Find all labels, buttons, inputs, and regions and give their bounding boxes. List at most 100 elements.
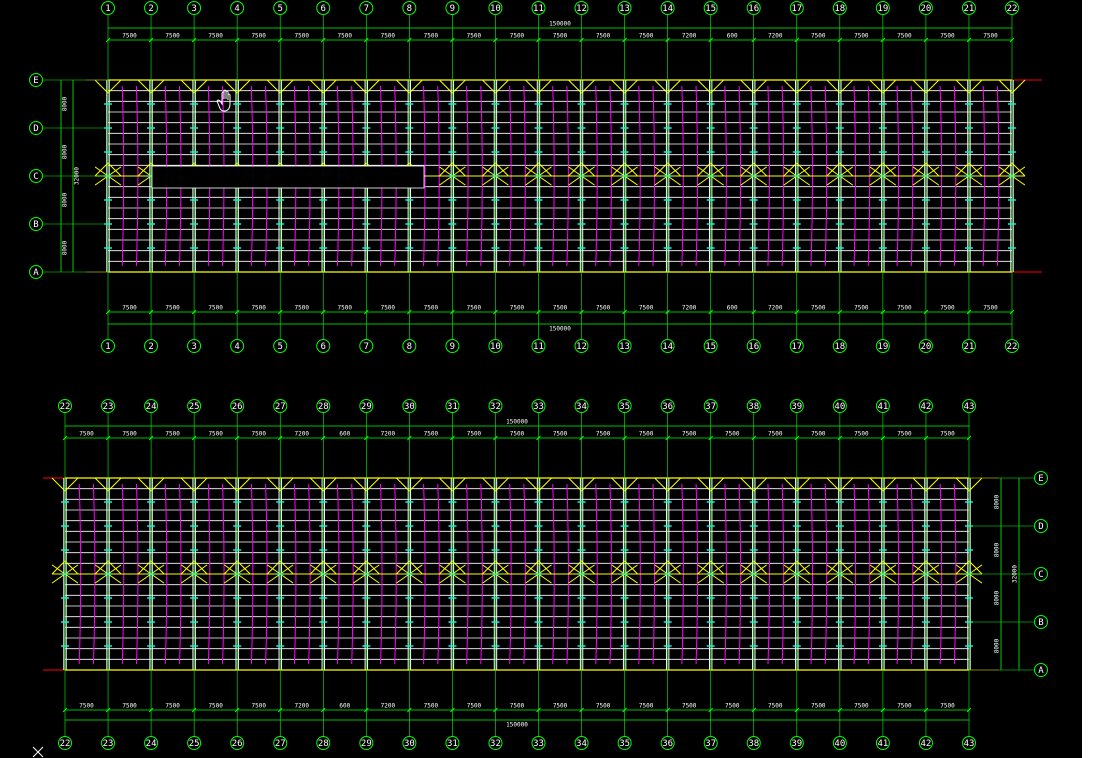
svg-text:30: 30 <box>404 402 415 412</box>
span-dimension-top: 7500 <box>553 431 568 438</box>
span-dimension-top: 7500 <box>122 33 137 40</box>
column-bubble-top: 21 <box>961 1 976 15</box>
column-bubble-top: 34 <box>574 399 589 413</box>
span-dimension-bottom: 7500 <box>553 305 568 312</box>
column-bubble-top: 13 <box>617 1 632 15</box>
svg-text:13: 13 <box>619 4 630 14</box>
column-bubble-top: 35 <box>617 399 632 413</box>
span-dimension-bottom: 7500 <box>940 703 955 710</box>
svg-text:42: 42 <box>921 402 932 412</box>
svg-text:38: 38 <box>748 402 759 412</box>
span-dimension-bottom: 7500 <box>854 305 869 312</box>
svg-text:36: 36 <box>662 739 673 749</box>
span-dimension-bottom: 7500 <box>424 305 439 312</box>
row-span-dimension: 8000 <box>994 638 1001 653</box>
svg-text:22: 22 <box>60 402 71 412</box>
span-dimension-bottom: 7500 <box>553 703 568 710</box>
svg-text:21: 21 <box>964 4 975 14</box>
column-bubble-top: 17 <box>789 1 804 15</box>
span-dimension-bottom: 7500 <box>251 703 266 710</box>
column-bubble-bottom: 40 <box>832 736 847 750</box>
cad-drawing-canvas[interactable]: 7500 7500 7500 7500 7500 7500 7500 7500 7500 7500… <box>0 0 1096 758</box>
span-dimension-bottom: 7500 <box>682 703 697 710</box>
total-dimension-top: 150000 <box>549 21 571 28</box>
svg-text:8: 8 <box>407 4 412 14</box>
svg-text:40: 40 <box>834 402 845 412</box>
column-bubble-top: 40 <box>832 399 847 413</box>
span-dimension-top: 7500 <box>639 431 654 438</box>
span-dimension-bottom: 7500 <box>596 305 611 312</box>
column-bubble-bottom: 20 <box>918 339 933 353</box>
svg-text:18: 18 <box>834 342 845 352</box>
svg-text:15: 15 <box>705 4 716 14</box>
svg-text:23: 23 <box>103 402 114 412</box>
column-bubble-bottom: 25 <box>187 736 202 750</box>
span-dimension-top: 7500 <box>208 431 223 438</box>
column-bubble-bottom: 32 <box>488 736 503 750</box>
column-bubble-top: 10 <box>488 1 503 15</box>
span-dimension-top: 7200 <box>768 33 783 40</box>
svg-text:20: 20 <box>920 342 931 352</box>
column-bubble-top: 22 <box>58 399 72 413</box>
total-dimension-bottom: 150000 <box>549 326 571 333</box>
column-bubble-bottom: 19 <box>875 339 890 353</box>
column-bubble-top: 36 <box>660 399 675 413</box>
svg-text:28: 28 <box>318 402 329 412</box>
svg-text:A: A <box>33 268 39 278</box>
span-dimension-top: 7500 <box>811 431 826 438</box>
column-bubble-bottom: 14 <box>660 339 675 353</box>
row-span-dimension: 8000 <box>994 494 1001 509</box>
span-dimension-bottom: 7200 <box>381 703 396 710</box>
column-bubble-bottom: 30 <box>402 736 417 750</box>
span-dimension-bottom: 7500 <box>940 305 955 312</box>
span-dimension-top: 7500 <box>940 33 955 40</box>
svg-text:39: 39 <box>791 402 802 412</box>
column-bubble-bottom: 15 <box>703 339 718 353</box>
svg-text:3: 3 <box>191 4 196 14</box>
column-bubble-bottom: 12 <box>574 339 589 353</box>
svg-text:6: 6 <box>321 342 326 352</box>
column-bubble-top: 31 <box>445 399 460 413</box>
span-dimension-bottom: 7500 <box>467 305 482 312</box>
span-dimension-top: 7500 <box>208 33 223 40</box>
svg-text:D: D <box>1038 522 1043 532</box>
svg-text:18: 18 <box>834 4 845 14</box>
svg-text:25: 25 <box>189 739 200 749</box>
svg-text:D: D <box>33 124 38 134</box>
span-dimension-bottom: 7200 <box>295 703 310 710</box>
column-bubble-top: 41 <box>875 399 890 413</box>
row-span-dimension: 8000 <box>994 542 1001 557</box>
svg-text:33: 33 <box>533 739 544 749</box>
svg-text:17: 17 <box>791 342 802 352</box>
svg-text:28: 28 <box>318 739 329 749</box>
span-dimension-bottom: 7500 <box>381 305 396 312</box>
row-span-dimension: 8000 <box>62 144 69 159</box>
span-dimension-bottom: 7500 <box>811 305 826 312</box>
svg-text:12: 12 <box>576 4 587 14</box>
column-bubble-bottom: 28 <box>316 736 331 750</box>
span-dimension-top: 7500 <box>510 431 525 438</box>
span-dimension-top: 7500 <box>768 431 783 438</box>
svg-text:13: 13 <box>619 342 630 352</box>
column-bubble-bottom: 26 <box>230 736 245 750</box>
svg-text:21: 21 <box>964 342 975 352</box>
svg-text:1: 1 <box>105 342 110 352</box>
svg-text:19: 19 <box>877 4 888 14</box>
span-dimension-bottom: 7500 <box>639 305 654 312</box>
span-dimension-bottom: 7500 <box>294 305 309 312</box>
column-bubble-bottom: 31 <box>445 736 460 750</box>
svg-text:41: 41 <box>877 402 888 412</box>
column-bubble-top: 19 <box>875 1 890 15</box>
span-dimension-bottom: 7500 <box>79 703 94 710</box>
span-dimension-bottom: 7500 <box>251 305 266 312</box>
span-dimension-top: 7200 <box>682 33 697 40</box>
span-dimension-top: 7500 <box>424 431 439 438</box>
svg-text:22: 22 <box>1007 4 1018 14</box>
svg-text:43: 43 <box>964 402 975 412</box>
span-dimension-top: 7500 <box>467 33 482 40</box>
column-bubble-bottom: 38 <box>746 736 761 750</box>
svg-text:E: E <box>33 76 38 86</box>
svg-text:40: 40 <box>834 739 845 749</box>
svg-text:26: 26 <box>232 402 243 412</box>
span-dimension-bottom: 7500 <box>424 703 439 710</box>
